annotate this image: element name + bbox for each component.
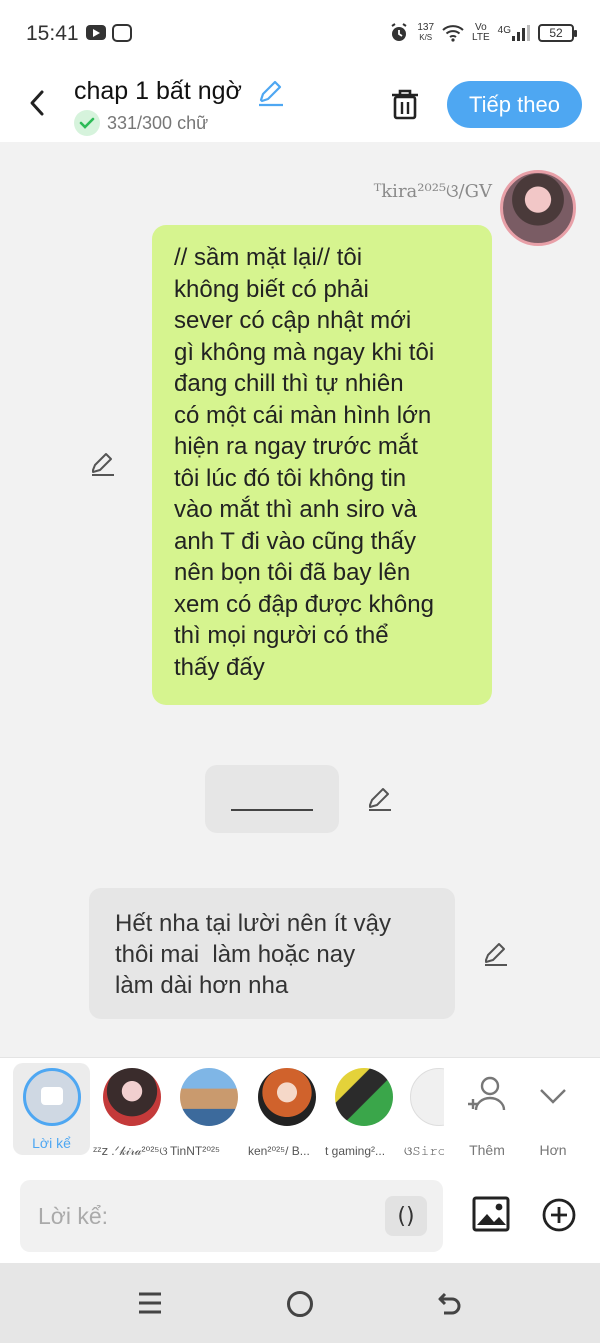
net-speed-value: 137 (417, 22, 435, 33)
check-icon (74, 110, 100, 136)
divider-line (231, 809, 313, 811)
message-bubble-2[interactable] (205, 765, 339, 833)
app-notification-icon (112, 24, 132, 42)
edit-message-icon[interactable] (89, 450, 117, 478)
edit-title-icon[interactable] (256, 78, 286, 108)
status-time: 15:41 (26, 22, 79, 45)
character-item[interactable]: t gaming²... (325, 1068, 407, 1158)
alarm-icon (391, 23, 407, 41)
parenthesis-button[interactable]: () (385, 1196, 427, 1236)
status-right: 137 K/S Vo LTE 4G 52 (389, 20, 577, 46)
narrator-button[interactable]: Lời kể (13, 1063, 90, 1155)
message-author: ᵀkira²⁰²⁵ଓ/GV (373, 181, 492, 202)
edit-message-icon[interactable] (366, 785, 394, 813)
avatar (103, 1068, 161, 1126)
author-avatar[interactable] (500, 170, 576, 246)
add-character-button[interactable]: Thêm (462, 1068, 512, 1158)
battery-level: 52 (549, 26, 563, 40)
add-user-icon (468, 1076, 506, 1111)
edit-message-icon[interactable] (482, 940, 510, 968)
cell-signal: 4G (498, 25, 530, 41)
word-count: 331/300 chữ (107, 113, 209, 133)
character-item[interactable]: TinNT²⁰²⁵ (170, 1068, 252, 1158)
youtube-icon (86, 25, 106, 40)
editor-header: chap 1 bất ngờ 331/300 chữ Tiếp theo (0, 66, 600, 142)
message-bubble-1[interactable]: // sầm mặt lại// tôi không biết có phải … (152, 225, 492, 705)
trash-icon[interactable] (388, 86, 422, 122)
add-icon[interactable] (541, 1197, 577, 1233)
composer-bar: () (0, 1168, 600, 1263)
message-input[interactable] (20, 1180, 443, 1252)
character-item[interactable]: ଓ𝚂𝚒𝚛𝚘 (404, 1068, 444, 1158)
character-name: ଓ𝚂𝚒𝚛𝚘 (404, 1144, 444, 1158)
image-icon[interactable] (471, 1195, 511, 1233)
net-speed: 137 K/S (417, 23, 434, 43)
system-nav-bar (0, 1263, 600, 1343)
narrator-label: Lời kể (32, 1135, 71, 1151)
add-character-label: Thêm (469, 1142, 505, 1158)
character-name: ᶻᶻ𝗓 .ᐟ𝓀𝒾𝓇𝒶²⁰²⁵ଓ (93, 1144, 168, 1158)
character-bar: Lời kể ᶻᶻ𝗓 .ᐟ𝓀𝒾𝓇𝒶²⁰²⁵ଓ TinNT²⁰²⁵ ken²⁰²⁵… (0, 1057, 600, 1168)
volte-bottom: LTE (472, 32, 490, 43)
signal-bars-icon (512, 25, 530, 41)
chevron-down-icon (540, 1089, 566, 1104)
character-item[interactable]: ken²⁰²⁵/ B... (248, 1068, 330, 1158)
wifi-icon (442, 25, 464, 42)
character-name: t gaming²... (325, 1144, 386, 1158)
next-button[interactable]: Tiếp theo (447, 81, 582, 128)
message-bubble-3[interactable]: Hết nha tại lười nên ít vậy thôi mai làm… (89, 888, 455, 1019)
more-characters-button[interactable]: Hơn (530, 1068, 576, 1158)
back-icon[interactable] (24, 86, 54, 120)
character-item[interactable]: ᶻᶻ𝗓 .ᐟ𝓀𝒾𝓇𝒶²⁰²⁵ଓ (93, 1068, 175, 1158)
avatar (180, 1068, 238, 1126)
system-back-icon[interactable] (436, 1289, 464, 1317)
avatar (258, 1068, 316, 1126)
character-name: ken²⁰²⁵/ B... (248, 1144, 310, 1158)
status-bar: 15:41 137 K/S Vo LTE 4G 52 (0, 0, 600, 66)
chat-bubble-icon (23, 1068, 81, 1126)
battery-icon: 52 (538, 24, 577, 42)
volte-indicator: Vo LTE (472, 23, 490, 43)
character-name: TinNT²⁰²⁵ (170, 1144, 220, 1158)
net-speed-unit: K/S (419, 33, 433, 42)
more-characters-label: Hơn (539, 1142, 567, 1158)
avatar (410, 1068, 444, 1126)
page-title[interactable]: chap 1 bất ngờ (74, 77, 242, 106)
network-type: 4G (497, 25, 511, 36)
home-icon[interactable] (287, 1291, 313, 1317)
avatar (335, 1068, 393, 1126)
menu-icon[interactable] (137, 1291, 163, 1315)
